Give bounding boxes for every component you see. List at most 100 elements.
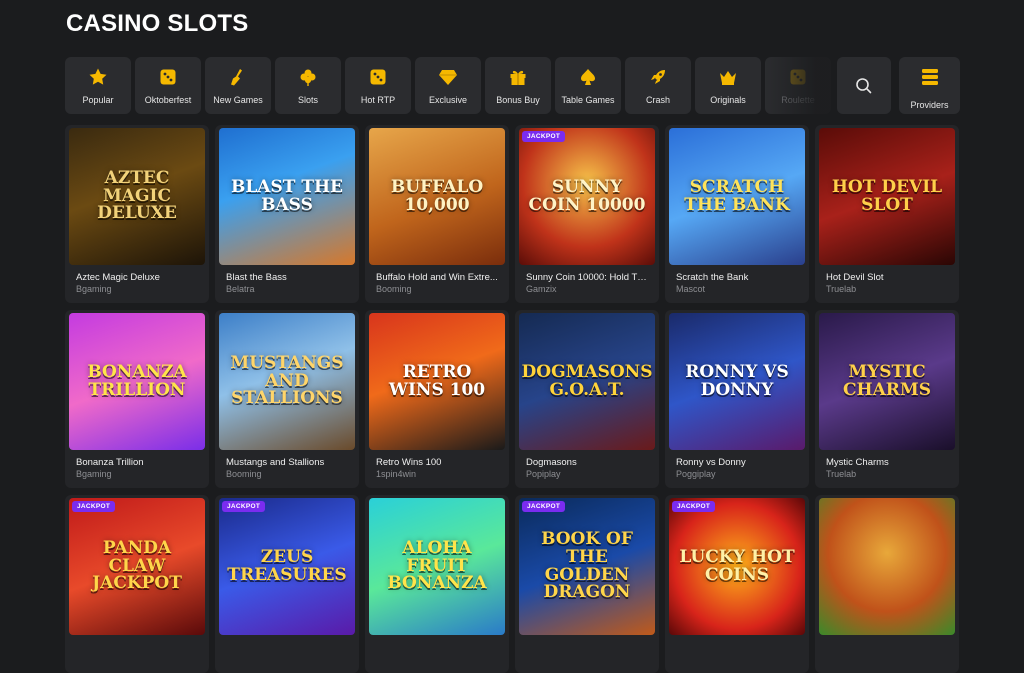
game-name: Scratch the Bank: [676, 272, 749, 283]
game-card[interactable]: Lucky Hot Coins JACKPOT: [665, 495, 809, 673]
game-thumbnail: Ronny vs Donny: [669, 313, 805, 450]
game-card[interactable]: Hot Devil Slot Hot Devil Slot Truelab: [815, 125, 959, 303]
category-oktoberfest[interactable]: Oktoberfest: [135, 57, 201, 114]
jackpot-badge: JACKPOT: [672, 501, 716, 512]
game-card[interactable]: Sunny Coin 10000 JACKPOT Sunny Coin 10000:…: [515, 125, 659, 303]
game-art-title: Book of the Golden Dragon: [541, 528, 633, 603]
game-card[interactable]: Aztec Magic Deluxe Aztec Magic Deluxe Bgam…: [65, 125, 209, 303]
game-card[interactable]: Ronny vs Donny Ronny vs Donny Poggiplay: [665, 310, 809, 488]
game-card[interactable]: Dogmasons G.O.A.T. Dogmasons Popiplay: [515, 310, 659, 488]
category-table-games[interactable]: Table Games: [555, 57, 621, 114]
game-art-title: Zeus Treasures: [227, 546, 347, 585]
providers-label: Providers: [910, 100, 949, 110]
game-provider: Popiplay: [526, 469, 561, 479]
game-name: Retro Wins 100: [376, 457, 442, 468]
game-provider: Bgaming: [76, 469, 112, 479]
game-art-title: Buffalo 10,000: [390, 176, 484, 215]
category-new-games[interactable]: New Games: [205, 57, 271, 114]
broom-icon: [228, 67, 248, 87]
game-provider: Booming: [226, 469, 262, 479]
game-thumbnail: Hot Devil Slot: [819, 128, 955, 265]
game-art-title: Aztec Magic Deluxe: [97, 167, 177, 224]
game-thumbnail: Bonanza Trillion: [69, 313, 205, 450]
category-label: Oktoberfest: [144, 95, 192, 105]
game-card[interactable]: Zeus Treasures JACKPOT: [215, 495, 359, 673]
category-originals[interactable]: Originals: [695, 57, 761, 114]
game-art-title: Ronny vs Donny: [685, 361, 789, 400]
game-provider: Booming: [376, 284, 412, 294]
game-thumbnail: Aztec Magic Deluxe: [69, 128, 205, 265]
dice-icon: [368, 67, 388, 87]
game-card[interactable]: Book of the Golden Dragon JACKPOT: [515, 495, 659, 673]
game-art-title: Panda Claw Jackpot: [92, 537, 182, 594]
category-label: Hot RTP: [360, 95, 396, 105]
game-thumbnail: Mustangs and Stallions: [219, 313, 355, 450]
category-exclusive[interactable]: Exclusive: [415, 57, 481, 114]
gift-icon: [508, 67, 528, 87]
rocket-icon: [648, 67, 668, 87]
game-card[interactable]: Mystic Charms Mystic Charms Truelab: [815, 310, 959, 488]
category-label: Crash: [645, 95, 670, 105]
game-thumbnail: Panda Claw Jackpot JACKPOT: [69, 498, 205, 635]
game-art-title: Hot Devil Slot: [831, 176, 943, 215]
game-thumbnail: Aloha Fruit Bonanza: [369, 498, 505, 635]
game-name: Hot Devil Slot: [826, 272, 884, 283]
game-name: Dogmasons: [526, 457, 577, 468]
game-name: Mustangs and Stallions: [226, 457, 325, 468]
game-card[interactable]: Mustangs and Stallions Mustangs and Stall…: [215, 310, 359, 488]
game-card[interactable]: Scratch the Bank Scratch the Bank Mascot: [665, 125, 809, 303]
game-art-title: Sunny Coin 10000: [528, 176, 646, 215]
game-art-title: Blast the Bass: [230, 176, 344, 215]
game-art-title: Scratch the Bank: [684, 176, 790, 215]
category-hot-rtp[interactable]: Hot RTP: [345, 57, 411, 114]
game-name: Ronny vs Donny: [676, 457, 746, 468]
dice-icon: [788, 67, 808, 87]
game-provider: Gamzix: [526, 284, 557, 294]
game-thumbnail: Buffalo 10,000: [369, 128, 505, 265]
stack-icon: [920, 67, 940, 92]
category-label: Exclusive: [428, 95, 467, 105]
game-name: Aztec Magic Deluxe: [76, 272, 160, 283]
category-bonus-buy[interactable]: Bonus Buy: [485, 57, 551, 114]
game-art-title: Bonanza Trillion: [87, 361, 187, 400]
game-name: Bonanza Trillion: [76, 457, 144, 468]
category-slots[interactable]: Slots: [275, 57, 341, 114]
category-bar: Popular Oktoberfest New Games Slots Hot RTP E…: [65, 57, 961, 114]
game-card[interactable]: Blast the Bass Blast the Bass Belatra: [215, 125, 359, 303]
game-thumbnail: Sunny Coin 10000 JACKPOT: [519, 128, 655, 265]
game-art-title: Mystic Charms: [842, 361, 931, 400]
crown-icon: [718, 67, 738, 87]
game-card[interactable]: Bonanza Trillion Bonanza Trillion Bgaming: [65, 310, 209, 488]
search-button[interactable]: [837, 57, 891, 114]
game-thumbnail: Book of the Golden Dragon JACKPOT: [519, 498, 655, 635]
star-icon: [88, 67, 108, 87]
diamond-icon: [438, 67, 458, 87]
game-card[interactable]: Retro Wins 100 Retro Wins 100 1spin4win: [365, 310, 509, 488]
category-roulette[interactable]: Roulette: [765, 57, 831, 114]
game-card[interactable]: Buffalo 10,000 Buffalo Hold and Win Extre…: [365, 125, 509, 303]
game-provider: Truelab: [826, 469, 857, 479]
game-thumbnail: Scratch the Bank: [669, 128, 805, 265]
game-art-title: Lucky Hot Coins: [679, 546, 795, 585]
game-card[interactable]: [815, 495, 959, 673]
game-card[interactable]: Panda Claw Jackpot JACKPOT: [65, 495, 209, 673]
game-provider: Truelab: [826, 284, 857, 294]
game-provider: 1spin4win: [376, 469, 417, 479]
game-card[interactable]: Aloha Fruit Bonanza: [365, 495, 509, 673]
providers-button[interactable]: Providers: [899, 57, 960, 114]
search-icon: [856, 77, 872, 93]
jackpot-badge: JACKPOT: [522, 501, 566, 512]
category-label: Slots: [297, 95, 318, 105]
game-provider: Belatra: [226, 284, 255, 294]
game-thumbnail: [819, 498, 955, 635]
category-label: Originals: [710, 95, 746, 105]
category-crash[interactable]: Crash: [625, 57, 691, 114]
game-art-title: Aloha Fruit Bonanza: [387, 537, 487, 594]
game-thumbnail: Mystic Charms: [819, 313, 955, 450]
game-thumbnail: Zeus Treasures JACKPOT: [219, 498, 355, 635]
category-label: Bonus Buy: [496, 95, 540, 105]
game-name: Blast the Bass: [226, 272, 287, 283]
category-label: Popular: [82, 95, 114, 105]
page-title: CASINO SLOTS: [66, 10, 249, 37]
category-popular[interactable]: Popular: [65, 57, 131, 114]
